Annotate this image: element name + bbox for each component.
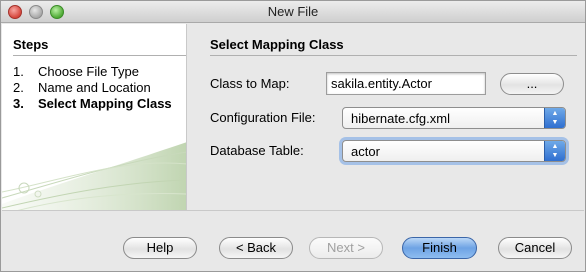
configuration-file-select[interactable]: hibernate.cfg.xml ▲ ▼ [342,107,566,129]
configuration-file-value: hibernate.cfg.xml [351,111,450,126]
section-divider [210,55,577,56]
step-label: Name and Location [38,80,151,95]
database-table-select[interactable]: actor ▲ ▼ [342,140,566,162]
step-label: Choose File Type [38,64,139,79]
configuration-file-label: Configuration File: [210,110,316,125]
steps-panel: Steps 1. Choose File Type 2. Name and Loca… [2,24,187,210]
decorative-swoosh-graphic [2,142,186,210]
step-label: Select Mapping Class [38,96,172,111]
window-title: New File [267,4,319,19]
dropdown-arrows-icon: ▲ ▼ [544,141,565,161]
mapping-panel: Select Mapping Class Class to Map: sakil… [197,24,577,210]
steps-divider [13,55,186,56]
step-number: 3. [13,96,24,111]
step-number: 1. [13,64,24,79]
browse-button[interactable]: ... [500,73,564,95]
steps-heading: Steps [13,37,49,52]
step-item-3-current: 3. Select Mapping Class [13,96,172,111]
help-button[interactable]: Help [123,237,197,259]
dropdown-arrows-icon: ▲ ▼ [544,108,565,128]
class-to-map-label: Class to Map: [210,76,290,91]
cancel-button[interactable]: Cancel [498,237,572,259]
new-file-dialog: New File Steps 1. Choose File Type 2. Name… [0,0,586,272]
next-button[interactable]: Next > [309,237,383,259]
step-item-2: 2. Name and Location [13,80,151,95]
database-table-value: actor [351,144,380,159]
back-button[interactable]: < Back [219,237,293,259]
title-bar: New File [1,1,585,23]
finish-button[interactable]: Finish [402,237,477,259]
class-to-map-input[interactable]: sakila.entity.Actor [326,72,486,95]
database-table-label: Database Table: [210,143,304,158]
footer-divider [2,210,584,211]
section-heading: Select Mapping Class [210,37,344,52]
step-item-1: 1. Choose File Type [13,64,139,79]
step-number: 2. [13,80,24,95]
